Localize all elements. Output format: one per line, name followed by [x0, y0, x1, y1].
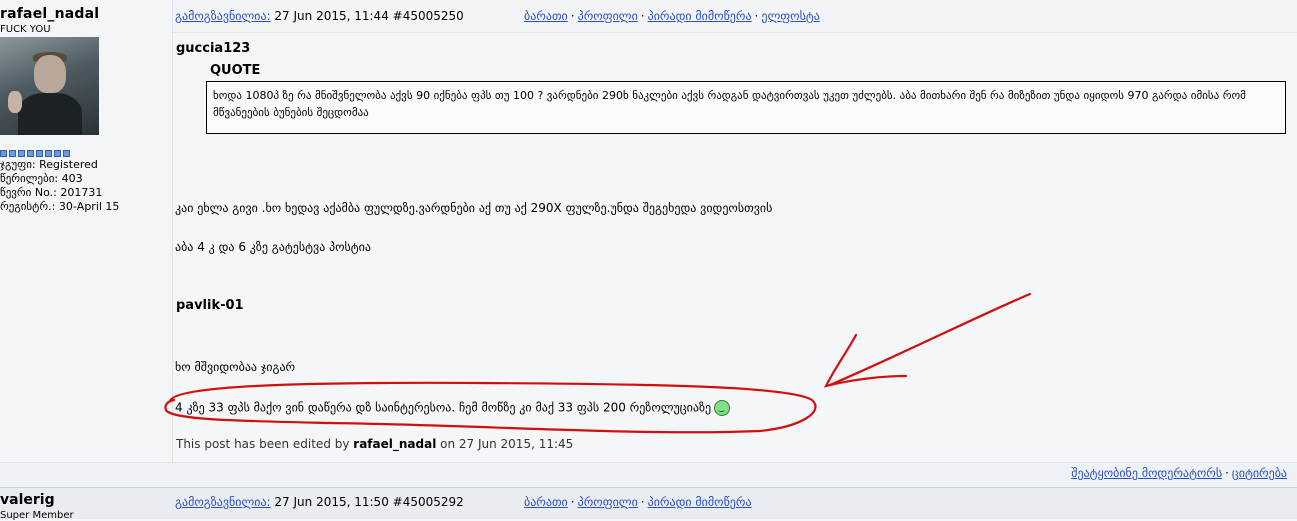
user-member-number: წევრი No.: 201731 [0, 186, 103, 199]
rank-stars [0, 150, 70, 157]
avatar [0, 37, 99, 135]
user-group: ჯგუფი: Registered [0, 158, 98, 171]
post-text-line: ხო მშვიდობაა ჯიგარ [175, 360, 296, 374]
post-meta: გამოგზავნილია: 27 Jun 2015, 11:44 #45005… [175, 9, 464, 23]
card-link[interactable]: ბარათი [524, 495, 568, 509]
quote-post-link[interactable]: ციტირება [1232, 466, 1287, 480]
edited-prefix: This post has been edited by [176, 437, 354, 451]
edited-note: This post has been edited by rafael_nada… [176, 437, 573, 451]
post-author-title: Super Member [0, 510, 74, 521]
post-sent-label[interactable]: გამოგზავნილია: [175, 495, 271, 509]
email-link[interactable]: ელფოსტა [761, 9, 819, 23]
profile-link[interactable]: პროფილი [578, 495, 638, 509]
report-moderator-link[interactable]: შეატყობინე მოდერატორს [1071, 466, 1222, 480]
post-text-line: კაი ეხლა გივი .ხო ხედავ აქამბა ფულდზე.ვა… [175, 201, 773, 215]
profile-link[interactable]: პროფილი [578, 9, 638, 23]
edited-by-user[interactable]: rafael_nadal [353, 437, 436, 451]
post-author-name[interactable]: rafael_nadal [0, 6, 99, 22]
post-date: 27 Jun 2015, 11:50 #45005292 [270, 495, 464, 509]
quote-box: ხოდა 1080პ ზე რა მნიშვნელობა აქვს 90 იქნ… [206, 81, 1286, 134]
quoted-author: pavlik-01 [176, 298, 244, 313]
user-registered-date: რეგისტრ.: 30-April 15 [0, 200, 120, 213]
post-date: 27 Jun 2015, 11:44 #45005250 [270, 9, 464, 23]
smiley-icon [714, 400, 731, 416]
post-sent-label[interactable]: გამოგზავნილია: [175, 9, 271, 23]
quote-label: QUOTE [210, 63, 261, 78]
edited-date: on 27 Jun 2015, 11:45 [436, 437, 574, 451]
post-meta: გამოგზავნილია: 27 Jun 2015, 11:50 #45005… [175, 495, 464, 509]
post-links: ბარათი · პროფილი · პირადი მიმოწერა · ელფოსტა [524, 9, 820, 23]
private-message-link[interactable]: პირადი მიმოწერა [648, 495, 752, 509]
post-author-name[interactable]: valerig [0, 492, 55, 508]
post-text-line: აბა 4 კ და 6 კზე გატესტვა პოსტია [175, 240, 371, 254]
post-links: ბარათი · პროფილი · პირადი მიმოწერა [524, 495, 752, 509]
user-posts-count: წერილები: 403 [0, 172, 83, 185]
post-footer-links: შეატყობინე მოდერატორს · ციტირება [1071, 466, 1287, 480]
card-link[interactable]: ბარათი [524, 9, 568, 23]
post-text-line-highlighted: 4 კზე 33 ფპს მაქო ვინ დაწერა დზ საინტერე… [175, 400, 731, 416]
post-author-title: FUCK YOU [0, 24, 51, 35]
private-message-link[interactable]: პირადი მიმოწერა [648, 9, 752, 23]
post-text: 4 კზე 33 ფპს მაქო ვინ დაწერა დზ საინტერე… [175, 400, 712, 415]
quoted-author: guccia123 [176, 41, 251, 56]
